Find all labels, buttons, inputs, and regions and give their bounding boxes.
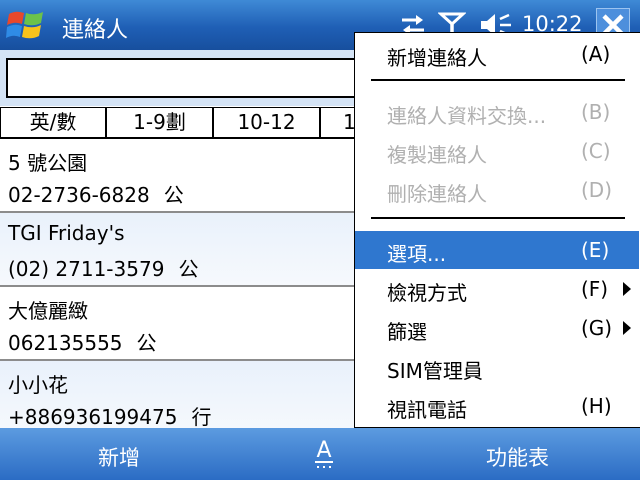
menu-softkey[interactable]: 功能表 (486, 442, 549, 472)
menu-item-delete-contact[interactable]: 刪除連絡人 (D) (355, 171, 639, 209)
search-input[interactable] (6, 58, 406, 98)
contact-phone: +886936199475 行 (8, 405, 212, 428)
menu-separator (371, 217, 625, 219)
menu-item-video-call[interactable]: 視訊電話 (H) (355, 387, 639, 425)
tab-strokes-10-12[interactable]: 10-12 (213, 107, 320, 137)
phone-type: 公 (136, 331, 157, 355)
windows-logo-icon[interactable] (6, 6, 46, 44)
menu-item-copy-contact[interactable]: 複製連絡人 (C) (355, 132, 639, 170)
contact-name: TGI Friday's (8, 221, 125, 245)
phone-type: 行 (191, 405, 212, 428)
menu-item-filter[interactable]: 篩選 (G) (355, 309, 639, 347)
submenu-arrow-icon (623, 321, 631, 335)
page-title: 連絡人 (62, 18, 129, 43)
menu-item-beam-contact[interactable]: 連絡人資料交換... (B) (355, 93, 639, 131)
menu-item-options[interactable]: 選項... (E) (355, 231, 639, 269)
keyboard-input-icon: A (315, 438, 333, 468)
tab-alphanumeric[interactable]: 英/數 (0, 107, 106, 137)
contact-phone: 02-2736-6828 公 (8, 183, 184, 207)
contact-phone: (02) 2711-3579 公 (8, 257, 199, 281)
contact-name: 5 號公園 (8, 151, 88, 175)
input-panel-button[interactable]: A (304, 434, 344, 474)
menu-item-new-contact[interactable]: 新增連絡人 (A) (355, 35, 639, 73)
menu-item-sim-manager[interactable]: SIM管理員 (355, 348, 639, 386)
new-softkey[interactable]: 新增 (98, 442, 140, 472)
phone-type: 公 (163, 183, 184, 207)
phone-type: 公 (178, 257, 199, 281)
menu-separator (371, 79, 625, 81)
contact-name: 大億麗緻 (8, 299, 88, 323)
svg-text:A: A (316, 438, 331, 463)
context-menu: 新增連絡人 (A) 連絡人資料交換... (B) 複製連絡人 (C) 刪除連絡人… (354, 32, 640, 428)
menu-item-view-by[interactable]: 檢視方式 (F) (355, 270, 639, 308)
submenu-arrow-icon (623, 282, 631, 296)
menu-bar: 新增 A 功能表 (0, 428, 640, 480)
contact-name: 小小花 (8, 373, 68, 397)
contact-phone: 062135555 公 (8, 331, 157, 355)
tab-strokes-1-9[interactable]: 1-9劃 (106, 107, 213, 137)
